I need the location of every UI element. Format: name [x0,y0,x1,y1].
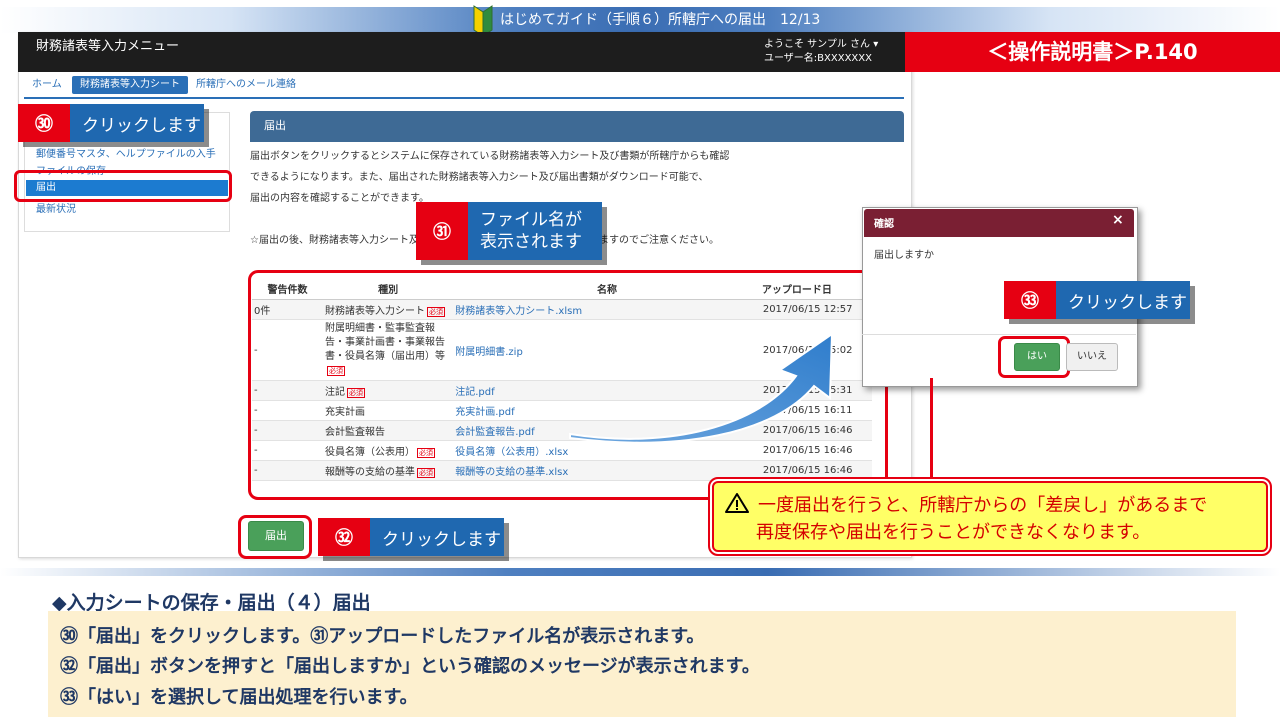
note-line: ㉜「届出」ボタンを押すと「届出しますか」という確認のメッセージが表示されます。 [60,656,760,677]
dialog-divider [862,334,1136,335]
user-menu[interactable]: ようこそ サンプル さん ▾ [764,38,878,52]
note-line: ㉚「届出」をクリックします。㉛アップロードしたファイル名が表示されます。 [60,626,705,647]
panel-title: 届出 [264,119,286,132]
username-label: ユーザー名:BXXXXXXX [764,53,872,64]
dialog-title: 確認 [874,219,894,230]
dialog-header [864,209,1134,237]
callout-number: ㉝ [1004,281,1056,319]
sidebar-item-status[interactable]: 最新状況 [36,200,76,215]
close-icon[interactable]: × [1112,212,1124,228]
warning-text: 再度保存や届出を行うことができなくなります。 [756,522,1151,543]
divider-band [0,568,1280,576]
description-line: 届出ボタンをクリックするとシステムに保存されている財務諸表等入力シート及び書類が… [250,151,730,162]
description-line: できるようになります。また、届出された財務諸表等入力シート及び届出書類がダウンロ… [250,172,709,183]
description-line: 届出の内容を確認することができます。 [250,193,429,204]
app-title[interactable]: 財務諸表等入力メニュー [36,38,179,56]
submit-button[interactable]: 届出 [248,521,304,551]
tab-underline [24,97,904,99]
callout-text: クリックします [370,518,504,556]
panel-header [250,111,904,142]
no-button[interactable]: いいえ [1066,343,1118,371]
callout-text: ファイル名が 表示されます [468,202,602,260]
callout-number: ㉛ [416,202,468,260]
manual-reference: ＜操作説明書＞P.140 [905,32,1280,72]
highlight-frame-30 [14,170,232,202]
callout-number: ㉚ [18,104,70,142]
callout-30: ㉚ クリックします [18,104,204,142]
dialog-message: 届出しますか [874,250,934,261]
callout-text-line: ファイル名が [480,210,582,230]
tab-home[interactable]: ホーム [32,76,62,94]
callout-32: ㉜ クリックします [318,518,504,556]
arrow-graphic [569,332,834,444]
note-line: ㉝「はい」を選択して届出処理を行います。 [60,687,418,708]
warning-icon [725,493,749,513]
callout-text: クリックします [70,104,204,142]
callout-33: ㉝ クリックします [1004,281,1190,319]
yes-button[interactable]: はい [1014,343,1060,371]
callout-number: ㉜ [318,518,370,556]
callout-connector [930,378,933,478]
callout-text: クリックします [1056,281,1190,319]
tab-mail-contact[interactable]: 所轄庁へのメール連絡 [196,76,296,94]
callout-text-line: 表示されます [480,232,582,252]
sidebar-item-postal-master[interactable]: 郵便番号マスタ、ヘルプファイルの入手 [36,145,220,160]
callout-31: ㉛ ファイル名が 表示されます [416,202,602,260]
banner-title: はじめてガイド（手順６）所轄庁への届出 12/13 [500,12,821,28]
tab-input-sheet[interactable]: 財務諸表等入力シート [72,76,188,94]
warning-text: 一度届出を行うと、所轄庁からの「差戻し」があるまで [758,495,1208,516]
